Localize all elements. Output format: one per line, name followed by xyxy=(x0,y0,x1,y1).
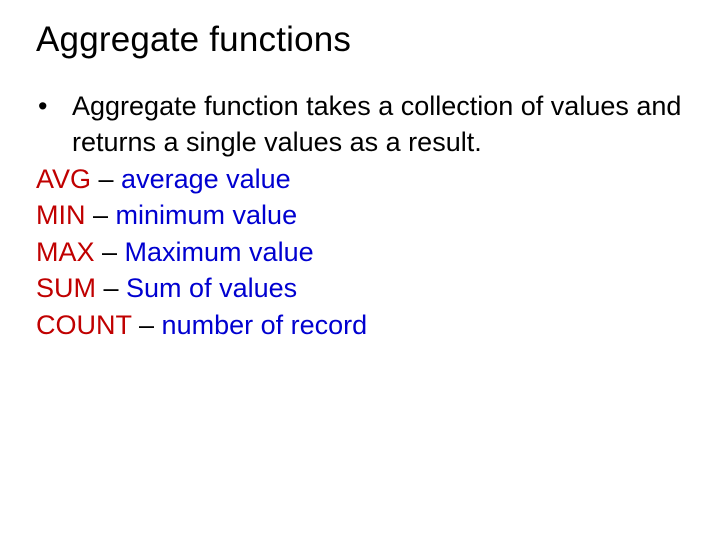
function-line: AVG – average value xyxy=(36,161,684,197)
slide: Aggregate functions • Aggregate function… xyxy=(0,0,720,540)
function-line: MAX – Maximum value xyxy=(36,234,684,270)
function-dash: – xyxy=(95,237,125,267)
function-keyword: MIN xyxy=(36,200,86,230)
bullet-item: • Aggregate function takes a collection … xyxy=(36,88,684,161)
function-dash: – xyxy=(86,200,116,230)
bullet-text: Aggregate function takes a collection of… xyxy=(72,88,684,161)
function-dash: – xyxy=(132,310,162,340)
slide-body: • Aggregate function takes a collection … xyxy=(36,88,684,343)
function-dash: – xyxy=(96,273,126,303)
function-dash: – xyxy=(91,164,121,194)
function-desc: minimum value xyxy=(116,200,298,230)
function-keyword: AVG xyxy=(36,164,91,194)
function-desc: average value xyxy=(121,164,291,194)
function-desc: Maximum value xyxy=(125,237,314,267)
function-keyword: MAX xyxy=(36,237,95,267)
function-desc: number of record xyxy=(162,310,368,340)
slide-title: Aggregate functions xyxy=(36,20,684,60)
function-line: MIN – minimum value xyxy=(36,197,684,233)
bullet-dot: • xyxy=(36,88,72,124)
function-line: COUNT – number of record xyxy=(36,307,684,343)
function-keyword: COUNT xyxy=(36,310,132,340)
function-desc: Sum of values xyxy=(126,273,297,303)
function-keyword: SUM xyxy=(36,273,96,303)
function-line: SUM – Sum of values xyxy=(36,270,684,306)
